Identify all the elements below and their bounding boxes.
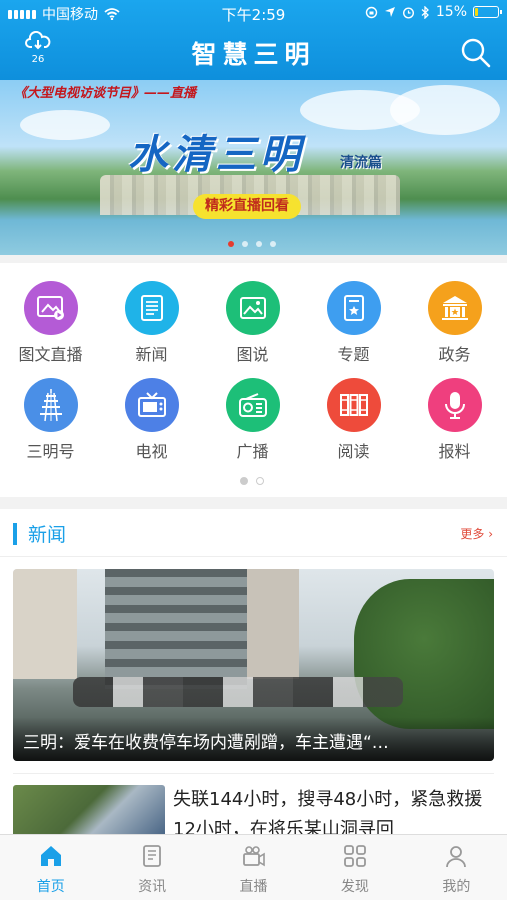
- tab-live[interactable]: 直播: [203, 835, 304, 900]
- rotation-lock-icon: [365, 6, 378, 18]
- government-building-icon: [427, 281, 482, 335]
- tab-label: 我的: [442, 879, 471, 895]
- list-item[interactable]: 失联144小时，搜寻48小时，紧急救援12小时，在将乐某山洞寻回: [13, 785, 494, 834]
- search-icon: [461, 38, 491, 68]
- tab-profile[interactable]: 我的: [406, 835, 507, 900]
- banner-headline: 水清三明: [128, 131, 304, 178]
- grid-item-sanming-account[interactable]: 三明号: [0, 378, 101, 462]
- status-bar: 中国移动 下午2:59 15%: [0, 0, 507, 26]
- tab-label: 直播: [239, 879, 268, 895]
- grid-item-label: 报料: [438, 442, 471, 461]
- grid-item-label: 三明号: [26, 442, 75, 461]
- tv-icon: [124, 378, 179, 432]
- grid-item-label: 图说: [236, 345, 269, 364]
- grid-item-label: 电视: [135, 442, 168, 461]
- banner-headline-small: 清流篇: [340, 155, 382, 171]
- grid-item-label: 政务: [438, 345, 471, 364]
- tower-icon: [23, 378, 78, 432]
- radio-icon: [225, 378, 280, 432]
- grid-item-radio[interactable]: 广播: [202, 378, 303, 462]
- promo-banner[interactable]: 《大型电视访谈节目》——直播 水清三明 清流篇 精彩直播回看: [0, 80, 507, 255]
- bookmark-card-icon: [326, 281, 381, 335]
- alarm-icon: [402, 6, 414, 19]
- location-icon: [384, 7, 395, 17]
- grid-item-label: 阅读: [337, 442, 370, 461]
- banner-pager: [228, 241, 276, 247]
- books-icon: [326, 378, 381, 432]
- document-icon: [143, 845, 162, 867]
- grid-item-label: 专题: [337, 345, 370, 364]
- divider: [13, 773, 494, 774]
- grid-item-label: 图文直播: [18, 345, 83, 364]
- featured-news-caption: 三明：爱车在收费停车场内遭剐蹭，车主遭遇“…: [13, 717, 494, 761]
- news-header: 新闻 更多 ›: [0, 509, 507, 557]
- tab-label: 首页: [36, 879, 65, 895]
- camera-icon: [242, 846, 265, 867]
- featured-news-card[interactable]: 三明：爱车在收费停车场内遭剐蹭，车主遭遇“…: [13, 569, 494, 761]
- grid-item-government[interactable]: 政务: [404, 281, 505, 365]
- home-icon: [40, 846, 61, 866]
- grid-item-photo[interactable]: 图说: [202, 281, 303, 365]
- grid-item-label: 新闻: [135, 345, 168, 364]
- grid-item-topics[interactable]: 专题: [303, 281, 404, 365]
- replay-button[interactable]: 精彩直播回看: [193, 194, 301, 219]
- tab-label: 发现: [340, 879, 369, 895]
- grid-item-tv[interactable]: 电视: [101, 378, 202, 462]
- tab-news[interactable]: 资讯: [101, 835, 202, 900]
- more-link[interactable]: 更多 ›: [460, 525, 493, 542]
- grid-item-report[interactable]: 报料: [404, 378, 505, 462]
- app-header: 中国移动 下午2:59 15% 26 智慧三明: [0, 0, 507, 80]
- grid-item-news[interactable]: 新闻: [101, 281, 202, 365]
- section-title: 新闻: [28, 524, 67, 546]
- grid-item-reading[interactable]: 阅读: [303, 378, 404, 462]
- grid-icon: [344, 845, 366, 867]
- grid-item-live-text[interactable]: 图文直播: [0, 281, 101, 365]
- tab-discover[interactable]: 发现: [304, 835, 405, 900]
- tab-label: 资讯: [138, 879, 167, 895]
- bottom-tab-bar: 首页 资讯 直播 发现 我的: [0, 834, 507, 900]
- news-headline: 失联144小时，搜寻48小时，紧急救援12小时，在将乐某山洞寻回: [173, 789, 483, 834]
- news-thumbnail: [13, 785, 165, 834]
- newspaper-icon: [124, 281, 179, 335]
- grid-item-label: 广播: [236, 442, 269, 461]
- section-accent-bar: [13, 523, 17, 545]
- news-section: 新闻 更多 › 三明：爱车在收费停车场内遭剐蹭，车主遭遇“… 失联144小时，搜…: [0, 509, 507, 834]
- battery-percent: 15%: [435, 4, 467, 20]
- image-play-icon: [23, 281, 78, 335]
- battery-icon: [473, 6, 502, 18]
- user-icon: [446, 846, 467, 868]
- bluetooth-icon: [421, 5, 429, 19]
- tab-home[interactable]: 首页: [0, 835, 101, 900]
- microphone-icon: [427, 378, 482, 432]
- banner-subtitle: 《大型电视访谈节目》——直播: [14, 86, 197, 101]
- app-title: 智慧三明: [191, 40, 316, 69]
- grid-pager[interactable]: [240, 477, 264, 485]
- picture-icon: [225, 281, 280, 335]
- feature-grid: 图文直播 新闻 图说 专题 政务 三明号 电视 广播 阅读 报料: [0, 263, 507, 497]
- search-button[interactable]: [459, 36, 493, 70]
